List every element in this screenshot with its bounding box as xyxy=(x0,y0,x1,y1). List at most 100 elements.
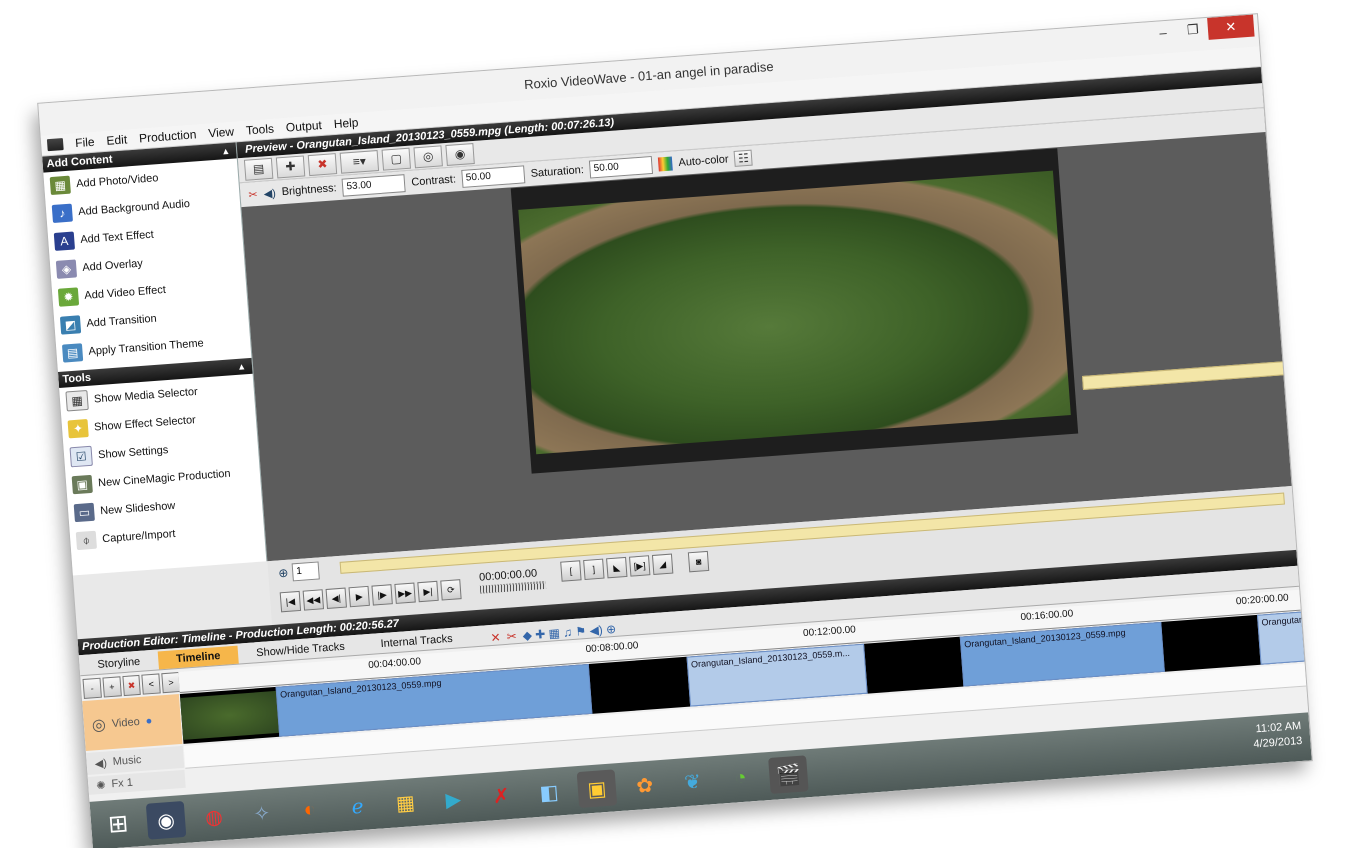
system-tray: 11:02 AM 4/29/2013 xyxy=(1252,719,1303,753)
clapperboard-icon[interactable]: 🎬 xyxy=(768,755,809,794)
menu-tools[interactable]: Tools xyxy=(239,121,280,138)
play-icon[interactable]: ▶ xyxy=(348,585,370,608)
video-track-header[interactable]: ◎ Video ● xyxy=(82,694,183,752)
color-settings-icon[interactable]: ☷ xyxy=(733,149,754,167)
fx-star-icon: ✺ xyxy=(95,779,106,792)
tab-timeline[interactable]: Timeline xyxy=(157,645,240,670)
video-track-label: Video xyxy=(111,715,141,731)
delete-icon[interactable]: ✖ xyxy=(307,152,338,176)
step-back-icon[interactable]: ◀| xyxy=(325,587,347,609)
dreamweaver-icon[interactable]: ◔ xyxy=(720,759,761,798)
menu-view[interactable]: View xyxy=(202,124,241,141)
opera-icon[interactable]: ◐ xyxy=(289,790,330,829)
chrome-icon[interactable]: ◍ xyxy=(194,797,235,836)
remove-gap-icon[interactable]: ✖ xyxy=(121,674,142,697)
loop-icon[interactable]: ⟳ xyxy=(440,579,462,601)
media-player-icon[interactable]: ▶ xyxy=(433,780,474,819)
frame-number-input[interactable]: 1 xyxy=(291,561,320,582)
capture-icon: ⌽ xyxy=(75,530,97,551)
media-selector-icon: ▦ xyxy=(65,389,89,412)
internet-explorer-icon[interactable]: ℯ xyxy=(337,787,378,826)
add-text-icon: A xyxy=(53,231,76,251)
file-explorer-icon[interactable]: ▦ xyxy=(385,783,426,822)
menu-edit[interactable]: Edit xyxy=(100,132,134,148)
saturation-label: Saturation: xyxy=(530,163,585,180)
align-dropdown-icon[interactable]: ≡▾ xyxy=(339,149,380,174)
timeline-tools-icon[interactable]: ◆ ✚ ▦ ♫ ⚑ ◀) ⊕ xyxy=(522,622,616,643)
add-background-audio-label: Add Background Audio xyxy=(77,197,191,219)
menu-file[interactable]: File xyxy=(69,134,101,150)
settings-icon: ☑ xyxy=(69,445,93,468)
music-speaker-icon: ◀) xyxy=(94,757,108,770)
mark-out-icon[interactable]: ] xyxy=(583,558,605,581)
slideshow-icon: ▭ xyxy=(73,502,95,523)
timeline-delete-icon[interactable]: ✕ xyxy=(490,630,501,645)
go-start-icon[interactable]: |◀ xyxy=(279,590,302,613)
go-mark-out-icon[interactable]: ◢ xyxy=(651,553,674,575)
menu-production[interactable]: Production xyxy=(133,127,203,146)
brightness-input[interactable]: 53.00 xyxy=(341,174,407,197)
notes-icon[interactable]: ◧ xyxy=(529,773,570,812)
show-media-selector-label: Show Media Selector xyxy=(93,385,199,406)
ruler-mark: 00:16:00.00 xyxy=(1020,608,1074,624)
preview-progress-bar[interactable] xyxy=(1081,358,1312,391)
scissors-icon[interactable]: ✂ xyxy=(248,187,258,201)
transition-theme-icon: ▤ xyxy=(61,343,84,363)
go-mark-in-icon[interactable]: ◣ xyxy=(606,556,628,579)
rewind-icon[interactable]: ◀◀ xyxy=(302,589,325,611)
apply-transition-theme-label: Apply Transition Theme xyxy=(88,337,205,358)
firefox-icon[interactable]: ◉ xyxy=(145,800,187,840)
preview-pane: Preview - Orangutan_Island_20130123_0559… xyxy=(236,67,1312,562)
add-transition-icon: ◩ xyxy=(59,315,82,335)
safari-icon[interactable]: ✧ xyxy=(242,794,283,833)
show-effect-selector-label: Show Effect Selector xyxy=(93,414,197,434)
menu-output[interactable]: Output xyxy=(279,118,328,135)
contrast-input[interactable]: 50.00 xyxy=(461,165,526,188)
dvd-icon[interactable]: ◉ xyxy=(445,142,475,166)
add-audio-icon: ♪ xyxy=(51,203,73,223)
storyboard-icon[interactable]: ▤ xyxy=(243,157,274,181)
add-photo-video-icon: ▦ xyxy=(49,175,71,196)
new-cinemagic-label: New CineMagic Production xyxy=(97,467,231,490)
add-media-icon[interactable]: ✚ xyxy=(275,154,306,178)
saturation-input[interactable]: 50.00 xyxy=(589,155,654,179)
cinemagic-icon: ▣ xyxy=(71,474,93,495)
zoom-in-button[interactable]: + xyxy=(102,676,122,698)
close-button[interactable]: ✕ xyxy=(1207,14,1255,40)
menu-help[interactable]: Help xyxy=(327,115,365,132)
tab-storyline[interactable]: Storyline xyxy=(79,651,159,675)
zoom-out-button[interactable]: - xyxy=(82,677,102,700)
ruler-mark: 00:04:00.00 xyxy=(367,656,422,672)
mark-in-icon[interactable]: [ xyxy=(560,560,582,582)
film-reel-icon: ◎ xyxy=(91,716,107,735)
speaker-icon[interactable]: ◀) xyxy=(263,186,276,200)
presentation-icon[interactable]: ▣ xyxy=(576,769,618,809)
auto-color-label[interactable]: Auto-color xyxy=(678,153,729,169)
collapse-up-icon[interactable]: ▲ xyxy=(237,358,247,375)
video-clip[interactable]: Orangutan_I xyxy=(1256,611,1311,665)
add-overlay-icon: ◈ xyxy=(55,259,78,279)
collapse-up-icon[interactable]: ▲ xyxy=(221,143,231,160)
go-end-icon[interactable]: ▶| xyxy=(417,580,439,603)
disabled-tool-icon[interactable]: ▢ xyxy=(381,147,411,171)
music-track-label: Music xyxy=(112,753,142,769)
zoom-frame-icon[interactable]: ⊕ xyxy=(278,566,289,581)
add-overlay-label: Add Overlay xyxy=(81,257,144,274)
step-forward-icon[interactable]: |▶ xyxy=(371,584,393,606)
windows-start-icon[interactable]: ⊞ xyxy=(98,804,139,843)
timeline-split-icon[interactable]: ✂ xyxy=(506,629,517,644)
play-marked-icon[interactable]: [▶] xyxy=(629,555,651,577)
add-video-effect-icon: ✹ xyxy=(57,287,80,307)
snapshot-icon[interactable]: ◙ xyxy=(687,550,710,573)
scroll-left-button[interactable]: < xyxy=(141,673,161,695)
capture-import-label: Capture/Import xyxy=(101,527,176,546)
fast-forward-icon[interactable]: ▶▶ xyxy=(394,582,416,604)
x-app-icon[interactable]: ✗ xyxy=(481,776,522,815)
flower-app-icon[interactable]: ✿ xyxy=(625,766,666,805)
add-video-effect-label: Add Video Effect xyxy=(84,283,167,302)
feather-app-icon[interactable]: ❦ xyxy=(672,762,713,801)
minimize-button[interactable]: – xyxy=(1147,20,1179,44)
color-palette-icon[interactable] xyxy=(658,156,674,172)
maximize-button[interactable]: ❐ xyxy=(1177,18,1209,42)
disc-icon[interactable]: ◎ xyxy=(413,144,443,168)
